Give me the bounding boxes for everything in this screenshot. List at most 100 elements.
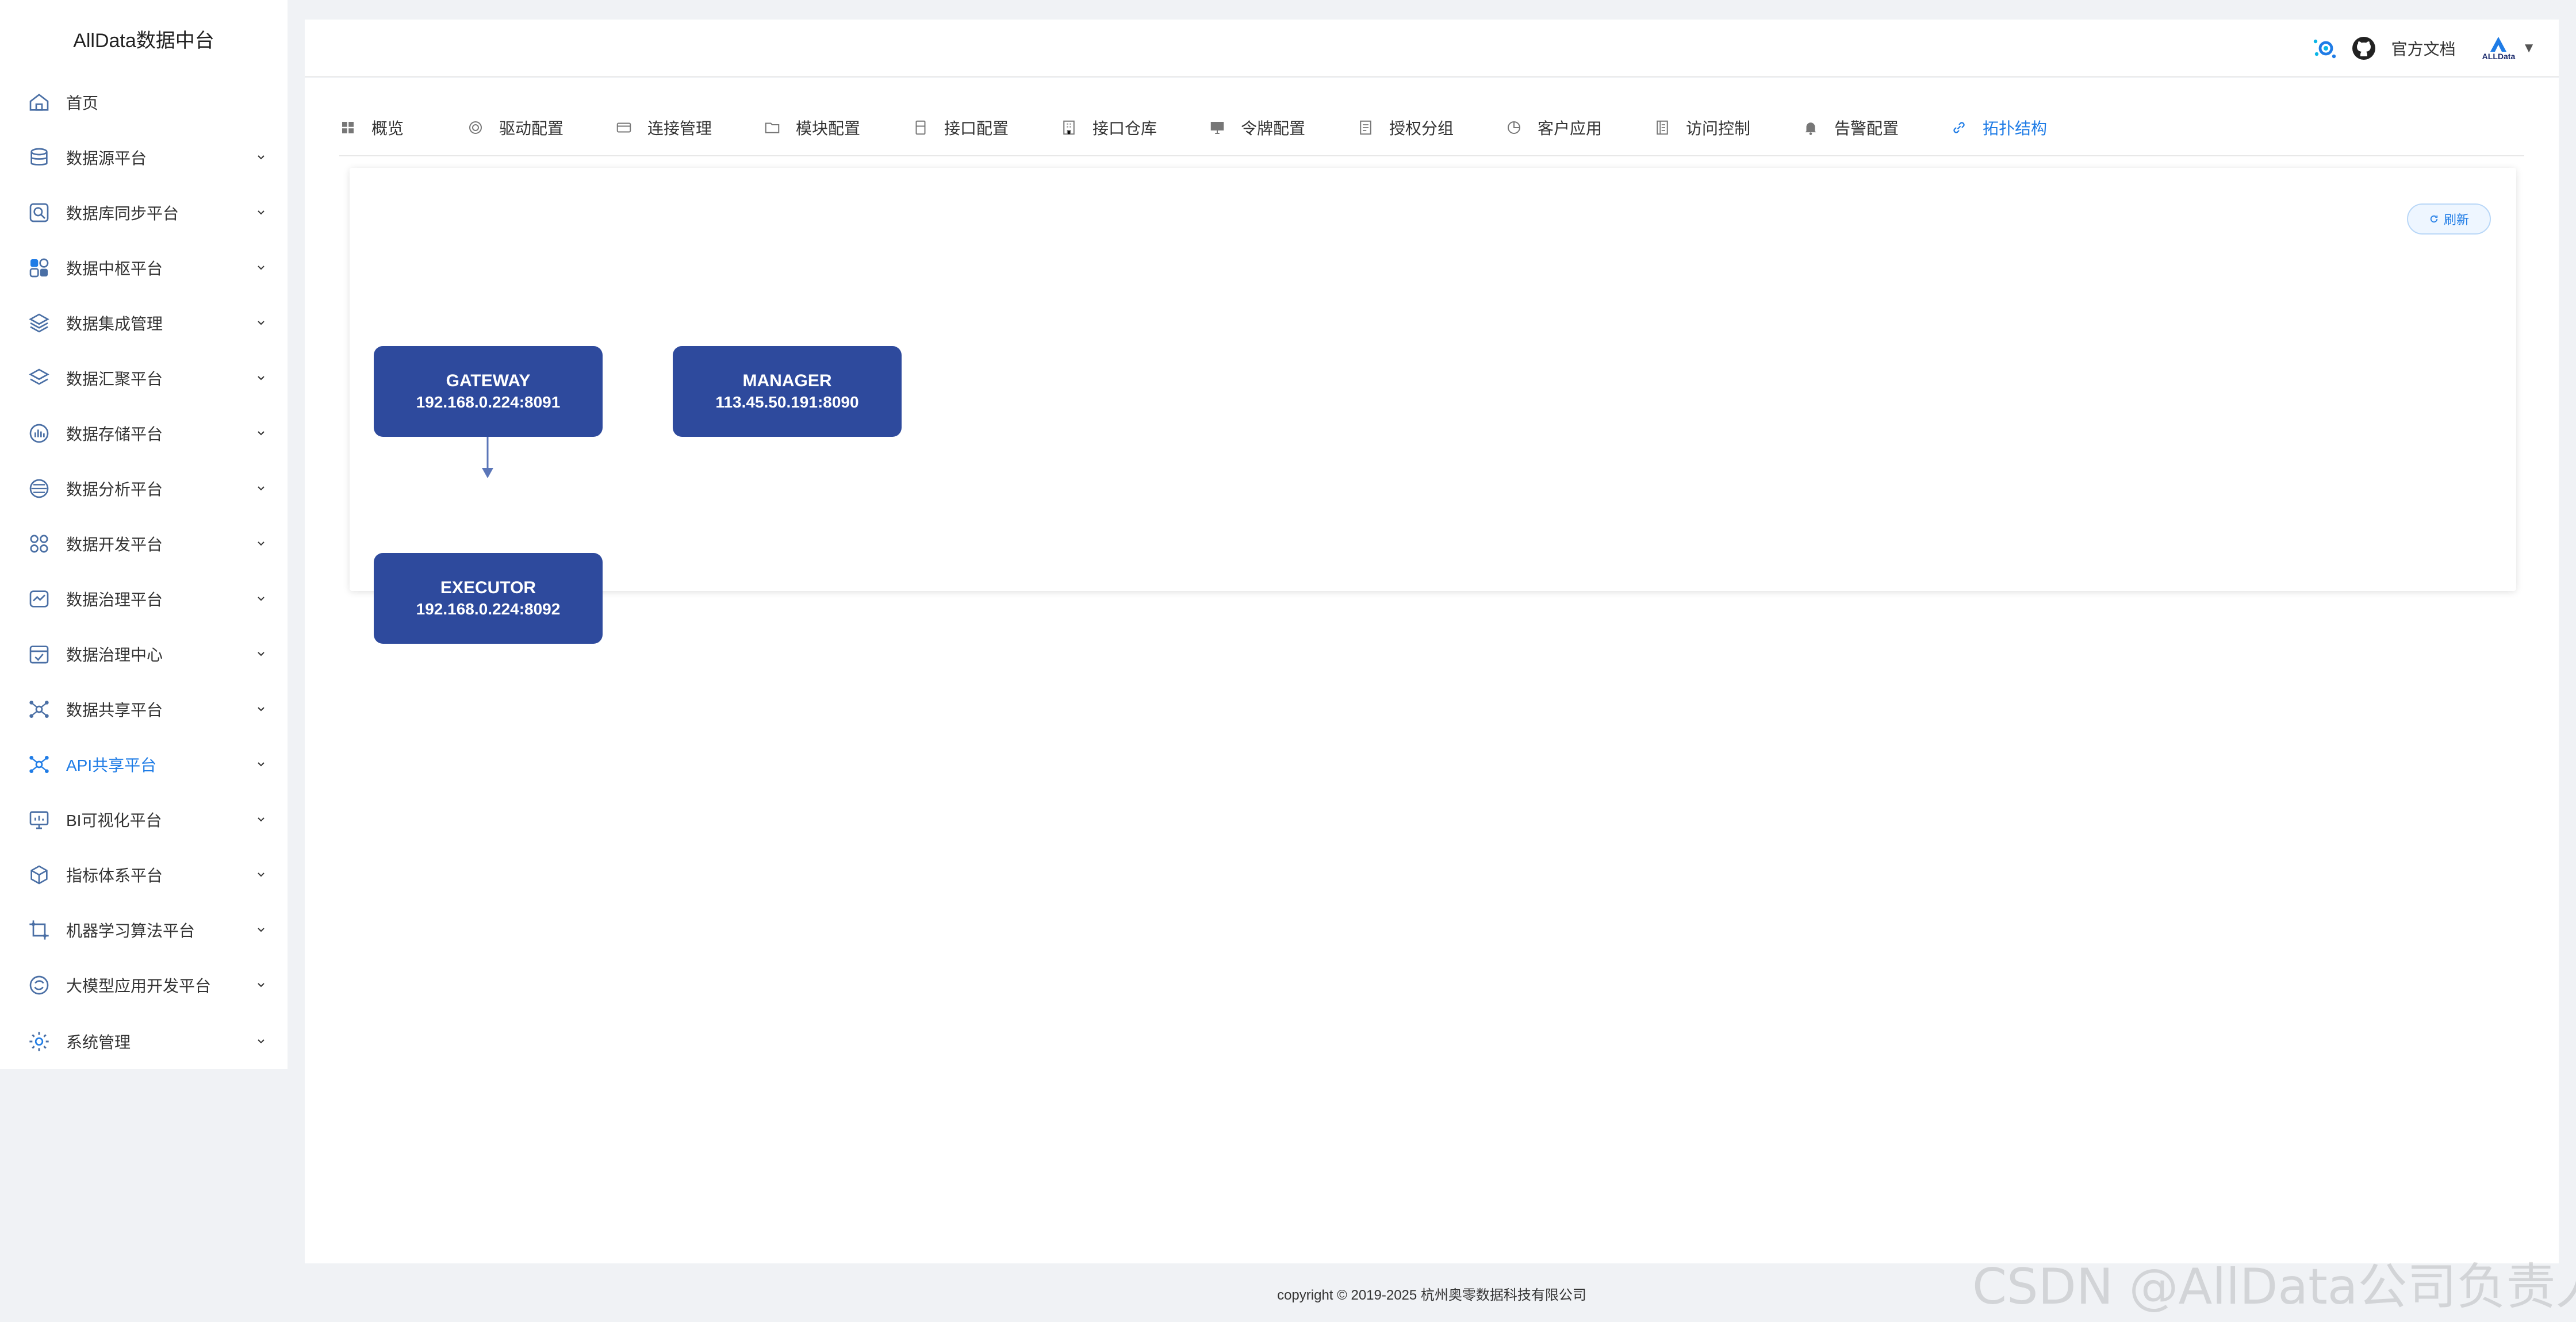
sidebar-item-ml[interactable]: 机器学习算法平台	[0, 902, 288, 958]
chevron-down-icon	[258, 210, 264, 215]
sidebar-item-label: 数据中枢平台	[66, 260, 163, 278]
tab-label: 接口配置	[944, 120, 1009, 137]
home-icon	[29, 93, 49, 111]
sidebar-item-label: 数据分析平台	[66, 481, 163, 498]
chevron-down-icon	[258, 652, 264, 656]
share-link-icon[interactable]	[2311, 34, 2339, 62]
sidebar-item-label: 指标体系平台	[66, 867, 163, 885]
sidebar-item-api-share[interactable]: API共享平台	[0, 737, 288, 792]
list-doc-icon	[1657, 120, 1668, 135]
tab-token-config[interactable]: 令牌配置	[1209, 105, 1305, 151]
refresh-label: 刷新	[2443, 213, 2469, 227]
sidebar-item-integration[interactable]: 数据集成管理	[0, 295, 288, 351]
tab-connection[interactable]: 连接管理	[615, 105, 712, 151]
stack-icon	[29, 368, 49, 385]
topology-node-manager[interactable]: MANAGER 113.45.50.191:8090	[673, 346, 902, 437]
sidebar-item-development[interactable]: 数据开发平台	[0, 516, 288, 571]
api-network-icon	[29, 756, 49, 773]
tab-auth-group[interactable]: 授权分组	[1357, 105, 1454, 151]
sidebar-item-label: 数据共享平台	[66, 701, 163, 719]
sidebar-item-llm[interactable]: 大模型应用开发平台	[0, 958, 288, 1013]
tab-label: 连接管理	[647, 120, 712, 137]
database-icon	[30, 148, 48, 166]
document-icon	[1360, 120, 1371, 135]
sidebar-item-label: 数据集成管理	[66, 315, 163, 333]
tab-api-repository[interactable]: 接口仓库	[1060, 105, 1157, 151]
tab-module-config[interactable]: 模块配置	[764, 105, 860, 151]
share-network-icon	[29, 701, 49, 718]
chevron-down-icon	[258, 762, 264, 767]
monitor-chart-icon	[29, 811, 49, 829]
tab-driver-config[interactable]: 驱动配置	[467, 105, 564, 151]
tab-api-config[interactable]: 接口配置	[912, 105, 1009, 151]
refresh-button[interactable]: 刷新	[2407, 203, 2491, 235]
settings-icon	[29, 1032, 49, 1051]
sidebar-item-label: 机器学习算法平台	[66, 922, 195, 940]
grid-icon	[342, 122, 354, 133]
chevron-down-icon	[258, 266, 264, 270]
analysis-icon	[29, 479, 49, 498]
sidebar-item-data-hub[interactable]: 数据中枢平台	[0, 240, 288, 295]
layers-icon	[29, 313, 49, 333]
tab-label: 告警配置	[1834, 120, 1899, 137]
topology-node-gateway[interactable]: GATEWAY 192.168.0.224:8091	[374, 346, 603, 437]
hub-icon	[29, 258, 49, 278]
sidebar-item-home[interactable]: 首页	[0, 75, 288, 130]
sidebar-item-governance-center[interactable]: 数据治理中心	[0, 627, 288, 682]
sidebar-item-label: BI可视化平台	[66, 812, 162, 829]
tab-access-control[interactable]: 访问控制	[1654, 105, 1750, 151]
tab-topology[interactable]: 拓扑结构	[1950, 105, 2047, 151]
sidebar-item-datasource[interactable]: 数据源平台	[0, 130, 288, 185]
sidebar-item-metrics[interactable]: 指标体系平台	[0, 847, 288, 902]
sidebar-item-storage[interactable]: 数据存储平台	[0, 406, 288, 461]
sidebar-item-governance[interactable]: 数据治理平台	[0, 571, 288, 627]
topology-card: 刷新 request GATEWAY 192.168.0.224:8091 MA…	[350, 168, 2516, 644]
chevron-down-icon	[258, 155, 264, 160]
sidebar-item-label: API共享平台	[66, 756, 157, 774]
building-icon	[1063, 120, 1075, 135]
sidebar-item-analysis[interactable]: 数据分析平台	[0, 461, 288, 516]
logo-text: ALLData	[2482, 52, 2516, 61]
cube-icon	[30, 865, 48, 885]
tab-overview[interactable]: 概览	[339, 105, 404, 151]
sidebar-item-system[interactable]: 系统管理	[0, 1014, 288, 1069]
sidebar-item-label: 数据存储平台	[66, 425, 163, 443]
sidebar-item-label: 数据治理平台	[66, 591, 163, 609]
link-icon	[1953, 122, 1965, 133]
chevron-down-icon	[258, 817, 264, 822]
sidebar: AllData数据中台 首页 数据源平台 数据库同步平台 数据中枢平台 数据集成…	[0, 0, 288, 1069]
pie-icon	[1508, 121, 1520, 134]
chevron-down-icon	[258, 541, 264, 546]
topology-node-executor[interactable]: EXECUTOR 192.168.0.224:8092	[374, 553, 603, 644]
monitor-icon	[1210, 122, 1224, 134]
tab-label: 概览	[371, 120, 404, 137]
user-avatar[interactable]: ALLData	[2482, 36, 2516, 61]
sidebar-item-bi[interactable]: BI可视化平台	[0, 792, 288, 847]
folder-icon	[765, 122, 780, 133]
calendar-check-icon	[29, 645, 49, 664]
alldata-logo-icon	[2490, 37, 2507, 52]
node-name: EXECUTOR	[440, 578, 536, 597]
governance-icon	[29, 590, 49, 608]
tab-label: 驱动配置	[499, 120, 564, 137]
tab-client-apps[interactable]: 客户应用	[1505, 105, 1602, 151]
tab-label: 令牌配置	[1241, 120, 1306, 137]
tab-bar: 概览 驱动配置 连接管理 模块配置 接口配置 接口仓库 令牌配置 授权分组 客户…	[339, 105, 2524, 156]
node-address: 192.168.0.224:8091	[416, 393, 561, 411]
docs-link[interactable]: 官方文档	[2391, 37, 2456, 60]
tab-label: 客户应用	[1538, 120, 1603, 137]
refresh-circle-icon	[29, 975, 49, 995]
node-address: 113.45.50.191:8090	[715, 393, 859, 411]
sidebar-item-label: 数据汇聚平台	[66, 370, 163, 388]
sidebar-item-data-share[interactable]: 数据共享平台	[0, 682, 288, 737]
sidebar-item-db-sync[interactable]: 数据库同步平台	[0, 185, 288, 240]
top-header: 官方文档 ALLData ▼	[305, 20, 2559, 77]
crop-icon	[29, 920, 49, 940]
tab-alert-config[interactable]: 告警配置	[1802, 105, 1899, 151]
bell-icon	[1805, 122, 1816, 135]
chevron-down-icon	[258, 597, 264, 601]
github-icon[interactable]	[2350, 34, 2378, 62]
main-content: 概览 驱动配置 连接管理 模块配置 接口配置 接口仓库 令牌配置 授权分组 客户…	[305, 78, 2559, 1263]
user-menu-caret[interactable]: ▼	[2522, 40, 2536, 56]
sidebar-item-aggregation[interactable]: 数据汇聚平台	[0, 351, 288, 406]
